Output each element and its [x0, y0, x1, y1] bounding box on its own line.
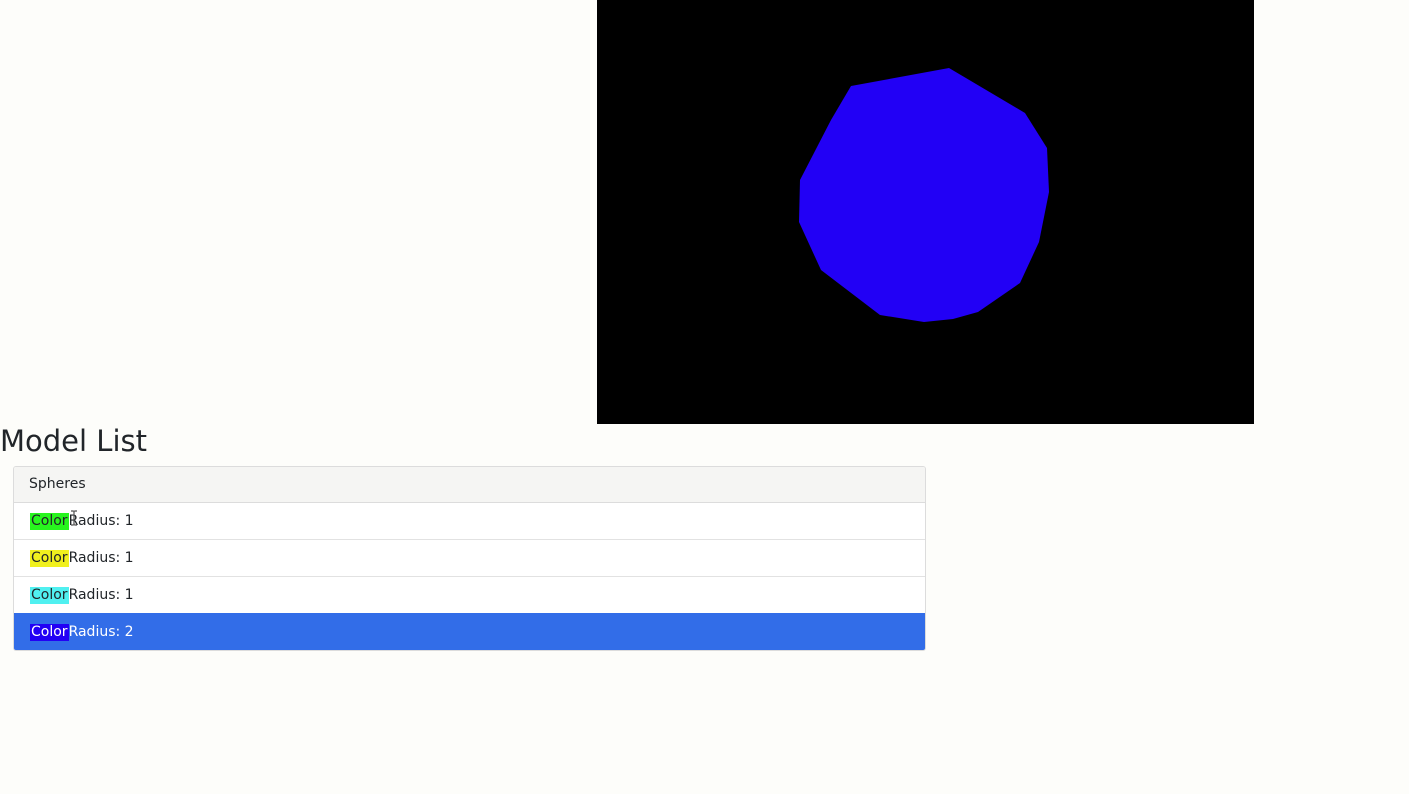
sphere-list-item[interactable]: ColorRadius: 1 [14, 539, 925, 576]
radius-label: Radius: 2 [68, 624, 134, 640]
sphere-list: ColorRadius: 1 ColorRadius: 1 ColorRadiu… [14, 503, 925, 650]
color-swatch[interactable]: Color [30, 550, 69, 567]
color-swatch[interactable]: Color [30, 513, 69, 530]
spheres-panel: Spheres ColorRadius: 1 ColorRadius: 1 Co… [13, 466, 926, 651]
color-swatch[interactable]: Color [30, 624, 69, 641]
radius-label: Radius: 1 [68, 550, 134, 566]
radius-label: Radius: 1 [68, 587, 134, 603]
sphere-mesh [799, 68, 1049, 322]
render-viewport[interactable] [597, 0, 1254, 424]
sphere-list-item[interactable]: ColorRadius: 1 [14, 503, 925, 539]
sphere-canvas [799, 68, 1049, 322]
sphere-list-item[interactable]: ColorRadius: 2 [14, 613, 925, 650]
radius-label: Radius: 1 [68, 513, 134, 529]
sphere-list-item[interactable]: ColorRadius: 1 [14, 576, 925, 613]
color-swatch[interactable]: Color [30, 587, 69, 604]
panel-header: Spheres [14, 467, 925, 503]
page-title: Model List [0, 424, 147, 458]
